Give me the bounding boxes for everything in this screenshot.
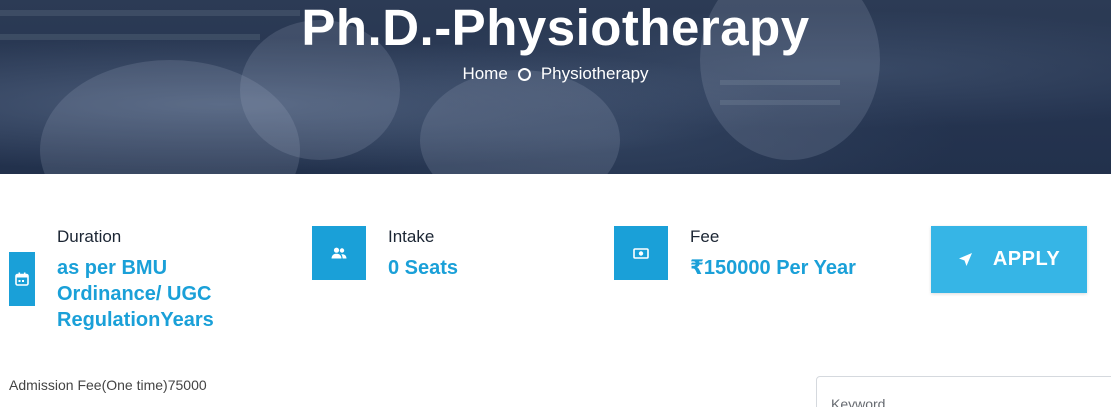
fee-value: ₹150000 Per Year — [690, 257, 856, 279]
calendar-icon — [9, 252, 35, 306]
hero-banner: Ph.D.-Physiotherapy Home Physiotherapy — [0, 0, 1111, 174]
page-title: Ph.D.-Physiotherapy — [301, 0, 810, 56]
breadcrumb: Home Physiotherapy — [0, 64, 1111, 84]
breadcrumb-separator-icon — [517, 67, 531, 81]
admission-fee-text: Admission Fee(One time)75000 — [9, 377, 207, 393]
hero-bg-shape — [420, 70, 620, 174]
duration-value: as per BMU Ordinance/ UGC RegulationYear… — [57, 255, 214, 333]
breadcrumb-home-link[interactable]: Home — [462, 64, 507, 84]
intake-label: Intake — [388, 227, 435, 246]
duration-value-line: as per BMU — [57, 257, 168, 279]
apply-button[interactable]: APPLY — [931, 226, 1087, 293]
breadcrumb-current: Physiotherapy — [540, 64, 649, 83]
send-icon — [958, 252, 973, 267]
duration-value-line: RegulationYears — [57, 309, 214, 331]
users-icon — [312, 226, 366, 280]
apply-button-label: APPLY — [992, 248, 1061, 270]
duration-value-line: Ordinance/ UGC — [57, 283, 212, 305]
fee-label: Fee — [690, 227, 720, 246]
money-icon — [614, 226, 668, 280]
keyword-search-input[interactable] — [816, 376, 1111, 407]
duration-label: Duration — [57, 227, 122, 246]
hero-bg-stripe — [720, 100, 840, 105]
intake-value: 0 Seats — [388, 257, 459, 279]
